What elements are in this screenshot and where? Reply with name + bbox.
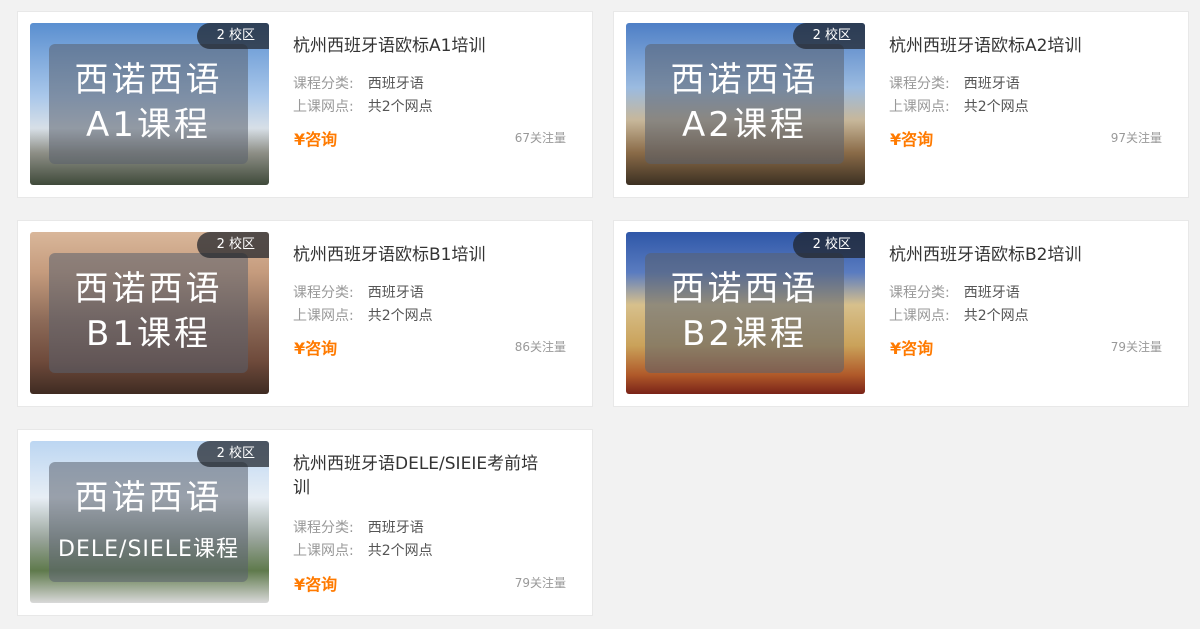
location-value: 共2个网点 bbox=[367, 543, 433, 559]
course-card[interactable]: 西诺西语 B2课程 2 校区 杭州西班牙语欧标B2培训 课程分类: 西班牙语 上课… bbox=[613, 220, 1189, 407]
category-row: 课程分类: 西班牙语 bbox=[889, 74, 1020, 94]
thumbnail-overlay: 西诺西语 DELE/SIELE课程 bbox=[49, 462, 248, 582]
campus-badge: 2 校区 bbox=[792, 232, 865, 258]
course-card[interactable]: 西诺西语 DELE/SIELE课程 2 校区 杭州西班牙语DELE/SIEIE考… bbox=[17, 429, 593, 616]
follow-count: 86关注量 bbox=[514, 340, 566, 354]
course-title[interactable]: 杭州西班牙语欧标B2培训 bbox=[889, 243, 1149, 267]
category-row: 课程分类: 西班牙语 bbox=[293, 283, 424, 303]
thumbnail-overlay: 西诺西语 B2课程 bbox=[645, 253, 844, 373]
course-title[interactable]: 杭州西班牙语欧标B1培训 bbox=[293, 243, 553, 267]
category-row: 课程分类: 西班牙语 bbox=[293, 518, 424, 538]
location-value: 共2个网点 bbox=[963, 99, 1029, 115]
consult-price[interactable]: ¥咨询 bbox=[294, 126, 337, 150]
category-label: 课程分类: bbox=[889, 285, 950, 301]
location-label: 上课网点: bbox=[293, 99, 354, 115]
overlay-course: A1课程 bbox=[86, 105, 211, 145]
overlay-brand: 西诺西语 bbox=[670, 60, 819, 100]
overlay-course: A2课程 bbox=[682, 105, 807, 145]
follow-count: 97关注量 bbox=[1110, 131, 1162, 145]
consult-price[interactable]: ¥咨询 bbox=[890, 335, 933, 359]
course-thumbnail[interactable]: 西诺西语 DELE/SIELE课程 2 校区 bbox=[30, 441, 269, 603]
location-value: 共2个网点 bbox=[963, 308, 1029, 324]
course-card[interactable]: 西诺西语 B1课程 2 校区 杭州西班牙语欧标B1培训 课程分类: 西班牙语 上课… bbox=[17, 220, 593, 407]
follow-count: 79关注量 bbox=[514, 576, 566, 590]
category-value: 西班牙语 bbox=[963, 76, 1020, 92]
location-label: 上课网点: bbox=[293, 308, 354, 324]
course-title[interactable]: 杭州西班牙语DELE/SIEIE考前培训 bbox=[293, 452, 553, 500]
category-label: 课程分类: bbox=[293, 285, 354, 301]
campus-badge: 2 校区 bbox=[196, 232, 269, 258]
overlay-brand: 西诺西语 bbox=[74, 60, 223, 100]
location-row: 上课网点: 共2个网点 bbox=[889, 97, 1029, 117]
category-value: 西班牙语 bbox=[367, 520, 424, 536]
follow-count: 67关注量 bbox=[514, 131, 566, 145]
course-thumbnail[interactable]: 西诺西语 B2课程 2 校区 bbox=[626, 232, 865, 394]
overlay-brand: 西诺西语 bbox=[74, 269, 223, 309]
course-thumbnail[interactable]: 西诺西语 A1课程 2 校区 bbox=[30, 23, 269, 185]
course-title[interactable]: 杭州西班牙语欧标A1培训 bbox=[293, 34, 553, 58]
category-value: 西班牙语 bbox=[367, 285, 424, 301]
location-row: 上课网点: 共2个网点 bbox=[293, 306, 433, 326]
campus-badge: 2 校区 bbox=[196, 441, 269, 467]
location-label: 上课网点: bbox=[293, 543, 354, 559]
consult-price[interactable]: ¥咨询 bbox=[294, 571, 337, 595]
location-label: 上课网点: bbox=[889, 308, 950, 324]
overlay-brand: 西诺西语 bbox=[74, 478, 223, 518]
consult-price[interactable]: ¥咨询 bbox=[294, 335, 337, 359]
thumbnail-overlay: 西诺西语 B1课程 bbox=[49, 253, 248, 373]
thumbnail-overlay: 西诺西语 A1课程 bbox=[49, 44, 248, 164]
campus-badge: 2 校区 bbox=[196, 23, 269, 49]
category-value: 西班牙语 bbox=[963, 285, 1020, 301]
overlay-brand: 西诺西语 bbox=[670, 269, 819, 309]
overlay-course: DELE/SIELE课程 bbox=[58, 537, 239, 562]
course-title[interactable]: 杭州西班牙语欧标A2培训 bbox=[889, 34, 1149, 58]
course-card[interactable]: 西诺西语 A2课程 2 校区 杭州西班牙语欧标A2培训 课程分类: 西班牙语 上课… bbox=[613, 11, 1189, 198]
category-value: 西班牙语 bbox=[367, 76, 424, 92]
category-row: 课程分类: 西班牙语 bbox=[293, 74, 424, 94]
category-label: 课程分类: bbox=[293, 520, 354, 536]
course-grid: 西诺西语 A1课程 2 校区 杭州西班牙语欧标A1培训 课程分类: 西班牙语 上课… bbox=[0, 0, 1200, 629]
course-card[interactable]: 西诺西语 A1课程 2 校区 杭州西班牙语欧标A1培训 课程分类: 西班牙语 上课… bbox=[17, 11, 593, 198]
course-thumbnail[interactable]: 西诺西语 B1课程 2 校区 bbox=[30, 232, 269, 394]
consult-price[interactable]: ¥咨询 bbox=[890, 126, 933, 150]
location-row: 上课网点: 共2个网点 bbox=[293, 97, 433, 117]
campus-badge: 2 校区 bbox=[792, 23, 865, 49]
course-thumbnail[interactable]: 西诺西语 A2课程 2 校区 bbox=[626, 23, 865, 185]
category-label: 课程分类: bbox=[293, 76, 354, 92]
thumbnail-overlay: 西诺西语 A2课程 bbox=[645, 44, 844, 164]
location-label: 上课网点: bbox=[889, 99, 950, 115]
follow-count: 79关注量 bbox=[1110, 340, 1162, 354]
overlay-course: B1课程 bbox=[86, 314, 211, 354]
category-label: 课程分类: bbox=[889, 76, 950, 92]
location-value: 共2个网点 bbox=[367, 99, 433, 115]
location-value: 共2个网点 bbox=[367, 308, 433, 324]
location-row: 上课网点: 共2个网点 bbox=[889, 306, 1029, 326]
category-row: 课程分类: 西班牙语 bbox=[889, 283, 1020, 303]
location-row: 上课网点: 共2个网点 bbox=[293, 541, 433, 561]
overlay-course: B2课程 bbox=[682, 314, 807, 354]
